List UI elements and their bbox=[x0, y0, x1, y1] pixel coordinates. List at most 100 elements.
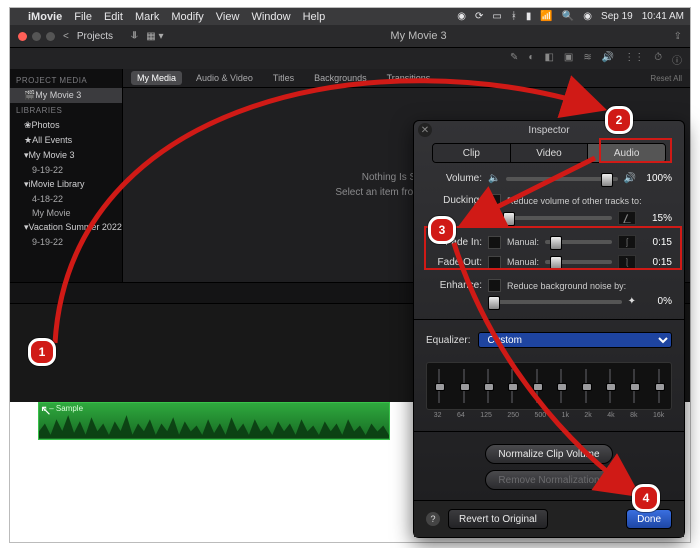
sidebar-item-lib1a[interactable]: 9-19-22 bbox=[10, 163, 122, 177]
tab-titles[interactable]: Titles bbox=[267, 71, 300, 85]
sidebar-header-libraries: LIBRARIES bbox=[10, 103, 122, 118]
fadein-label: Fade In: bbox=[426, 237, 482, 248]
fadeout-value: 0:15 bbox=[642, 257, 672, 268]
fadeout-manual: Manual: bbox=[507, 257, 539, 267]
sidebar-item-photos[interactable]: ❀ Photos bbox=[10, 118, 122, 133]
sidebar-item-lib1[interactable]: ▾ My Movie 3 bbox=[10, 148, 122, 163]
menubar-date[interactable]: Sep 19 bbox=[601, 11, 633, 22]
fadeout-row: Fade Out: Manual: ⎱ 0:15 bbox=[426, 255, 672, 269]
remove-normalization-button: Remove Normalization bbox=[485, 470, 612, 490]
ducking-label: Ducking: bbox=[426, 195, 482, 206]
sidebar-item-lib2[interactable]: ▾ iMovie Library bbox=[10, 177, 122, 192]
clapper-icon: 🎬 bbox=[24, 90, 35, 101]
sidebar-item-lib2b[interactable]: My Movie bbox=[10, 206, 122, 220]
menubar-status: ◉ ⟳ ▭ ᚼ ▮ 📶 🔍 ◉ Sep 19 10:41 AM bbox=[457, 11, 684, 22]
color-balance-icon[interactable]: ◐ bbox=[528, 52, 534, 67]
equalizer-label: Equalizer: bbox=[426, 335, 470, 346]
enhance-value: 0% bbox=[642, 296, 672, 307]
menu-window[interactable]: Window bbox=[251, 11, 290, 23]
crop-icon[interactable]: ▣ bbox=[564, 52, 573, 67]
wand-icon[interactable]: ✎ bbox=[510, 52, 518, 67]
color-correct-icon[interactable]: ◧ bbox=[544, 52, 553, 67]
ducking-row: Ducking: Reduce volume of other tracks t… bbox=[426, 194, 672, 225]
ducking-checkbox[interactable] bbox=[488, 194, 501, 207]
tab-mymedia[interactable]: My Media bbox=[131, 71, 182, 85]
fadeout-slider[interactable] bbox=[545, 260, 612, 264]
wifi-icon[interactable]: 📶 bbox=[540, 11, 552, 22]
import-icon[interactable]: ⥥ bbox=[131, 31, 138, 42]
done-button[interactable]: Done bbox=[626, 509, 672, 529]
reset-all-link[interactable]: Reset All bbox=[650, 74, 682, 83]
record-icon[interactable]: ◉ bbox=[457, 11, 466, 22]
speed-icon[interactable]: ⏱ bbox=[654, 52, 662, 67]
close-window-button[interactable] bbox=[18, 32, 27, 41]
tab-transitions[interactable]: Transitions bbox=[381, 71, 437, 85]
grid-icon[interactable]: ▦ ▾ bbox=[146, 31, 163, 42]
sidebar-item-allevents[interactable]: ★ All Events bbox=[10, 133, 122, 148]
volume-slider[interactable] bbox=[506, 177, 617, 181]
enhance-label: Enhance: bbox=[426, 280, 482, 291]
back-to-projects[interactable]: Projects bbox=[77, 31, 113, 42]
menu-mark[interactable]: Mark bbox=[135, 11, 159, 23]
tab-clip[interactable]: Clip bbox=[433, 144, 511, 162]
noise-icon[interactable]: ⋮⋮ bbox=[624, 52, 644, 67]
search-icon[interactable]: 🔍 bbox=[562, 11, 574, 22]
sidebar-item-lib3[interactable]: ▾ Vacation Summer 2022 bbox=[10, 220, 122, 235]
menubar-time[interactable]: 10:41 AM bbox=[642, 11, 684, 22]
photos-icon: ❀ bbox=[24, 120, 32, 131]
audio-clip[interactable]: ♪ – Sample bbox=[38, 402, 390, 440]
inspector-title: Inspector bbox=[528, 125, 569, 136]
revert-button[interactable]: Revert to Original bbox=[448, 509, 548, 529]
menubar-app[interactable]: iMovie bbox=[28, 11, 62, 23]
fadein-curve-icon[interactable]: ⎰ bbox=[618, 235, 636, 249]
zoom-window-button[interactable] bbox=[46, 32, 55, 41]
menu-help[interactable]: Help bbox=[303, 11, 326, 23]
sidebar-item-movie[interactable]: 🎬 My Movie 3 bbox=[10, 88, 122, 103]
tab-backgrounds[interactable]: Backgrounds bbox=[308, 71, 373, 85]
display-icon[interactable]: ▭ bbox=[492, 11, 501, 22]
normalize-button[interactable]: Normalize Clip Volume bbox=[485, 444, 612, 464]
menu-modify[interactable]: Modify bbox=[171, 11, 203, 23]
menu-view[interactable]: View bbox=[216, 11, 240, 23]
bluetooth-icon[interactable]: ᚼ bbox=[511, 11, 517, 22]
fadeout-curve-icon[interactable]: ⎱ bbox=[618, 255, 636, 269]
fade-block: Fade In: Manual: ⎰ 0:15 Fade Out: Manual… bbox=[426, 235, 672, 269]
menu-edit[interactable]: Edit bbox=[104, 11, 123, 23]
siri-icon[interactable]: ◉ bbox=[583, 11, 592, 22]
sidebar-item-lib2a[interactable]: 4-18-22 bbox=[10, 192, 122, 206]
battery-icon[interactable]: ▮ bbox=[526, 11, 532, 22]
equalizer-band-labels: 3264125250500 1k2k4k8k16k bbox=[426, 412, 672, 419]
enhance-checkbox[interactable] bbox=[488, 279, 501, 292]
fadein-slider[interactable] bbox=[545, 240, 612, 244]
sync-icon[interactable]: ⟳ bbox=[475, 11, 483, 22]
stabilize-icon[interactable]: ≋ bbox=[583, 52, 591, 67]
inspector-popover: ✕ Inspector Clip Video Audio Volume: 🔈 🔊… bbox=[413, 120, 685, 538]
speaker-high-icon: 🔊 bbox=[624, 173, 636, 184]
tab-video[interactable]: Video bbox=[511, 144, 589, 162]
menu-file[interactable]: File bbox=[74, 11, 92, 23]
equalizer-graph[interactable] bbox=[426, 362, 672, 410]
speaker-low-icon: 🔈 bbox=[488, 173, 500, 184]
volume-value: 100% bbox=[642, 173, 672, 184]
enhance-slider[interactable] bbox=[488, 300, 622, 304]
minimize-window-button[interactable] bbox=[32, 32, 41, 41]
ducking-curve-icon[interactable]: ⎳ bbox=[618, 211, 636, 225]
ducking-slider[interactable] bbox=[488, 216, 612, 220]
close-icon[interactable]: ✕ bbox=[418, 123, 432, 137]
fadein-value: 0:15 bbox=[642, 237, 672, 248]
equalizer-row: Equalizer: Custom bbox=[426, 332, 672, 348]
share-icon[interactable]: ⇪ bbox=[674, 31, 682, 42]
macos-menubar: iMovie File Edit Mark Modify View Window… bbox=[10, 8, 690, 25]
tab-audiovideo[interactable]: Audio & Video bbox=[190, 71, 259, 85]
help-icon[interactable]: ? bbox=[426, 512, 440, 526]
fadein-checkbox[interactable] bbox=[488, 236, 501, 249]
tab-audio[interactable]: Audio bbox=[588, 144, 665, 162]
volume-icon[interactable]: 🔊 bbox=[602, 52, 614, 67]
sidebar-item-lib3a[interactable]: 9-19-22 bbox=[10, 235, 122, 249]
fadein-row: Fade In: Manual: ⎰ 0:15 bbox=[426, 235, 672, 249]
equalizer-select[interactable]: Custom bbox=[478, 332, 672, 348]
fadeout-checkbox[interactable] bbox=[488, 256, 501, 269]
info-icon[interactable]: ⓘ bbox=[672, 52, 682, 67]
ducking-desc: Reduce volume of other tracks to: bbox=[507, 196, 642, 206]
enhance-row: Enhance: Reduce background noise by: ✦ 0… bbox=[426, 279, 672, 307]
